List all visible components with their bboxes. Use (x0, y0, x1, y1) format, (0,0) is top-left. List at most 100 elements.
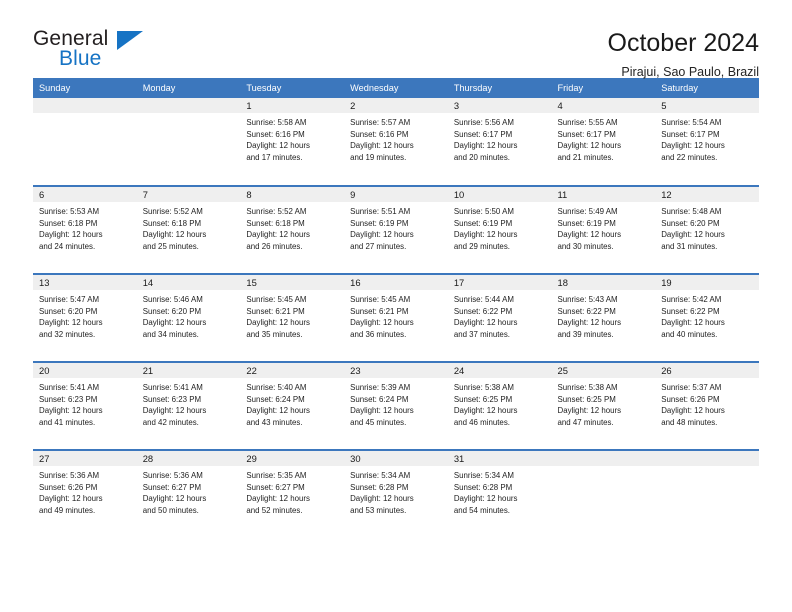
calendar-day-cell[interactable]: 23 Sunrise: 5:39 AM Sunset: 6:24 PM Dayligh… (344, 361, 448, 450)
calendar-day-cell[interactable]: 12 Sunrise: 5:48 AM Sunset: 6:20 PM Dayligh… (655, 185, 759, 274)
calendar-day-cell[interactable]: 16 Sunrise: 5:45 AM Sunset: 6:21 PM Dayligh… (344, 273, 448, 362)
day-details: Sunrise: 5:36 AM Sunset: 6:27 PM Daylight:… (137, 466, 241, 516)
day-details: Sunrise: 5:45 AM Sunset: 6:21 PM Daylight:… (240, 290, 344, 340)
daylight-text-line1: Daylight: 12 hours (453, 318, 518, 328)
calendar-day-cell[interactable]: 2 Sunrise: 5:57 AM Sunset: 6:16 PM Daylight… (344, 98, 448, 186)
day-number: 2 (344, 98, 448, 113)
daylight-text-line2: and 27 minutes. (350, 241, 407, 251)
calendar-day-cell[interactable]: 3 Sunrise: 5:56 AM Sunset: 6:17 PM Daylight… (447, 98, 552, 186)
calendar-day-cell[interactable]: 9 Sunrise: 5:51 AM Sunset: 6:19 PM Daylight… (344, 185, 448, 274)
weekday-header-row: Sunday Monday Tuesday Wednesday Thursday… (33, 78, 759, 98)
daylight-text-line2: and 17 minutes. (246, 152, 303, 162)
daylight-text-line1: Daylight: 12 hours (661, 406, 725, 416)
day-number: 27 (33, 451, 137, 466)
calendar-day-cell[interactable]: 4 Sunrise: 5:55 AM Sunset: 6:17 PM Daylight… (551, 98, 656, 186)
sunrise-text: Sunrise: 5:53 AM (39, 207, 100, 216)
triangle-icon (117, 31, 143, 50)
daylight-text-line2: and 49 minutes. (39, 505, 96, 515)
sunrise-text: Sunrise: 5:43 AM (557, 295, 618, 304)
weekday-header-wednesday: Wednesday (344, 78, 448, 98)
calendar-day-cell[interactable]: 30 Sunrise: 5:34 AM Sunset: 6:28 PM Dayligh… (344, 449, 448, 538)
calendar-day-cell[interactable]: 5 Sunrise: 5:54 AM Sunset: 6:17 PM Daylight… (655, 98, 759, 186)
daylight-text-line2: and 45 minutes. (350, 417, 407, 427)
daylight-text-line1: Daylight: 12 hours (246, 406, 311, 416)
calendar-day-cell[interactable]: 24 Sunrise: 5:38 AM Sunset: 6:25 PM Dayligh… (447, 361, 552, 450)
day-number: 16 (344, 275, 448, 290)
calendar-day-cell[interactable]: 19 Sunrise: 5:42 AM Sunset: 6:22 PM Dayligh… (655, 273, 759, 362)
day-number: 8 (240, 187, 345, 202)
calendar-table: Sunday Monday Tuesday Wednesday Thursday… (33, 78, 759, 538)
calendar-day-cell[interactable]: 10 Sunrise: 5:50 AM Sunset: 6:19 PM Dayligh… (447, 185, 552, 274)
calendar-day-cell[interactable]: 29 Sunrise: 5:35 AM Sunset: 6:27 PM Dayligh… (240, 449, 345, 538)
sunset-text: Sunset: 6:26 PM (39, 482, 98, 492)
calendar-week-row: 13 Sunrise: 5:47 AM Sunset: 6:20 PM Dayligh… (33, 273, 759, 362)
sunset-text: Sunset: 6:18 PM (39, 218, 98, 228)
calendar-day-cell[interactable]: 15 Sunrise: 5:45 AM Sunset: 6:21 PM Dayligh… (240, 273, 345, 362)
day-number: 20 (33, 363, 137, 378)
sunrise-text: Sunrise: 5:34 AM (453, 471, 514, 480)
calendar-day-cell[interactable]: 13 Sunrise: 5:47 AM Sunset: 6:20 PM Dayligh… (33, 273, 137, 362)
calendar-cell-empty (136, 98, 241, 186)
calendar-day-cell[interactable]: 27 Sunrise: 5:36 AM Sunset: 6:26 PM Dayligh… (33, 449, 137, 538)
day-details: Sunrise: 5:38 AM Sunset: 6:25 PM Daylight:… (448, 378, 552, 428)
sunrise-text: Sunrise: 5:49 AM (557, 207, 618, 216)
calendar-page: General Blue October 2024 Pirajui, Sao P… (0, 0, 792, 612)
daylight-text-line1: Daylight: 12 hours (39, 230, 103, 240)
sunset-text: Sunset: 6:19 PM (350, 218, 409, 228)
calendar-cell-inner: 25 Sunrise: 5:38 AM Sunset: 6:25 PM Dayligh… (551, 363, 656, 449)
daylight-text-line1: Daylight: 12 hours (350, 406, 414, 416)
daylight-text-line1: Daylight: 12 hours (557, 141, 622, 151)
sunset-text: Sunset: 6:20 PM (142, 306, 202, 316)
daylight-text-line2: and 36 minutes. (350, 329, 407, 339)
calendar-day-cell[interactable]: 14 Sunrise: 5:46 AM Sunset: 6:20 PM Dayligh… (136, 273, 241, 362)
daylight-text-line1: Daylight: 12 hours (142, 318, 207, 328)
day-number: 3 (447, 98, 552, 113)
calendar-day-cell[interactable]: 17 Sunrise: 5:44 AM Sunset: 6:22 PM Dayligh… (447, 273, 552, 362)
sunrise-text: Sunrise: 5:39 AM (350, 383, 411, 392)
daylight-text-line2: and 43 minutes. (246, 417, 303, 427)
calendar-day-cell[interactable]: 31 Sunrise: 5:34 AM Sunset: 6:28 PM Dayligh… (447, 449, 552, 538)
weekday-header-saturday: Saturday (655, 78, 759, 98)
sunset-text: Sunset: 6:28 PM (453, 482, 513, 492)
day-number: 23 (344, 363, 448, 378)
brand-logo[interactable]: General Blue (33, 28, 153, 76)
daylight-text-line2: and 25 minutes. (142, 241, 199, 251)
sunset-text: Sunset: 6:17 PM (453, 129, 513, 139)
daylight-text-line2: and 21 minutes. (557, 152, 614, 162)
day-details: Sunrise: 5:49 AM Sunset: 6:19 PM Daylight:… (552, 202, 656, 252)
daylight-text-line2: and 53 minutes. (350, 505, 407, 515)
day-details: Sunrise: 5:54 AM Sunset: 6:17 PM Daylight:… (655, 113, 759, 163)
daylight-text-line2: and 40 minutes. (661, 329, 718, 339)
calendar-cell-inner (655, 451, 759, 538)
calendar-cell-inner: 23 Sunrise: 5:39 AM Sunset: 6:24 PM Dayligh… (344, 363, 448, 449)
weekday-header-friday: Friday (551, 78, 656, 98)
calendar-day-cell[interactable]: 20 Sunrise: 5:41 AM Sunset: 6:23 PM Dayligh… (33, 361, 137, 450)
sunset-text: Sunset: 6:24 PM (246, 394, 305, 404)
day-number: 6 (33, 187, 137, 202)
daylight-text-line1: Daylight: 12 hours (246, 318, 311, 328)
weekday-header-thursday: Thursday (447, 78, 552, 98)
calendar-day-cell[interactable]: 8 Sunrise: 5:52 AM Sunset: 6:18 PM Daylight… (240, 185, 345, 274)
daylight-text-line2: and 52 minutes. (246, 505, 303, 515)
day-number (551, 451, 656, 466)
calendar-day-cell[interactable]: 1 Sunrise: 5:58 AM Sunset: 6:16 PM Daylight… (240, 98, 345, 186)
day-details: Sunrise: 5:47 AM Sunset: 6:20 PM Daylight:… (33, 290, 137, 340)
calendar-day-cell[interactable]: 7 Sunrise: 5:52 AM Sunset: 6:18 PM Daylight… (136, 185, 241, 274)
calendar-cell-inner: 3 Sunrise: 5:56 AM Sunset: 6:17 PM Daylight… (447, 98, 552, 185)
sunrise-text: Sunrise: 5:44 AM (453, 295, 514, 304)
calendar-day-cell[interactable]: 11 Sunrise: 5:49 AM Sunset: 6:19 PM Dayligh… (551, 185, 656, 274)
calendar-day-cell[interactable]: 25 Sunrise: 5:38 AM Sunset: 6:25 PM Dayligh… (551, 361, 656, 450)
calendar-day-cell[interactable]: 26 Sunrise: 5:37 AM Sunset: 6:26 PM Dayligh… (655, 361, 759, 450)
calendar-day-cell[interactable]: 18 Sunrise: 5:43 AM Sunset: 6:22 PM Dayligh… (551, 273, 656, 362)
calendar-day-cell[interactable]: 21 Sunrise: 5:41 AM Sunset: 6:23 PM Dayligh… (136, 361, 241, 450)
day-number: 29 (240, 451, 345, 466)
day-details: Sunrise: 5:56 AM Sunset: 6:17 PM Daylight:… (448, 113, 552, 163)
sunrise-text: Sunrise: 5:35 AM (246, 471, 307, 480)
calendar-day-cell[interactable]: 6 Sunrise: 5:53 AM Sunset: 6:18 PM Daylight… (33, 185, 137, 274)
calendar-day-cell[interactable]: 28 Sunrise: 5:36 AM Sunset: 6:27 PM Dayligh… (136, 449, 241, 538)
daylight-text-line2: and 30 minutes. (557, 241, 614, 251)
sunrise-text: Sunrise: 5:45 AM (246, 295, 307, 304)
calendar-day-cell[interactable]: 22 Sunrise: 5:40 AM Sunset: 6:24 PM Dayligh… (240, 361, 345, 450)
daylight-text-line1: Daylight: 12 hours (39, 494, 103, 504)
calendar-cell-inner: 2 Sunrise: 5:57 AM Sunset: 6:16 PM Daylight… (344, 98, 448, 185)
